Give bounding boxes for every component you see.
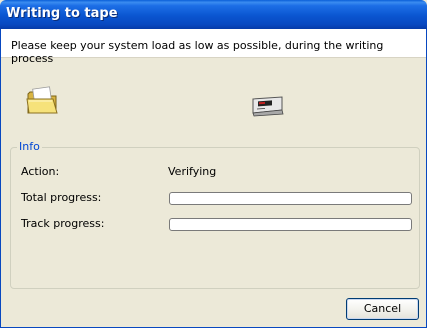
window-title: Writing to tape: [6, 6, 118, 21]
action-value: Verifying: [168, 165, 217, 178]
dialog-body: Please keep your system load as low as p…: [0, 29, 427, 328]
info-groupbox: Info Action: Verifying Total progress: T…: [10, 140, 420, 289]
instruction-text: Please keep your system load as low as p…: [11, 39, 384, 65]
track-progress-bar: [169, 218, 412, 231]
total-progress-bar: [169, 192, 412, 205]
action-label: Action:: [21, 165, 60, 178]
cancel-button[interactable]: Cancel: [346, 298, 419, 320]
title-bar[interactable]: Writing to tape: [0, 0, 427, 29]
folder-icon: [26, 86, 58, 114]
track-progress-label: Track progress:: [21, 217, 105, 230]
info-legend: Info: [17, 140, 42, 153]
total-progress-label: Total progress:: [21, 191, 102, 204]
header-band: Please keep your system load as low as p…: [1, 29, 426, 65]
tape-drive-icon: [252, 96, 284, 117]
